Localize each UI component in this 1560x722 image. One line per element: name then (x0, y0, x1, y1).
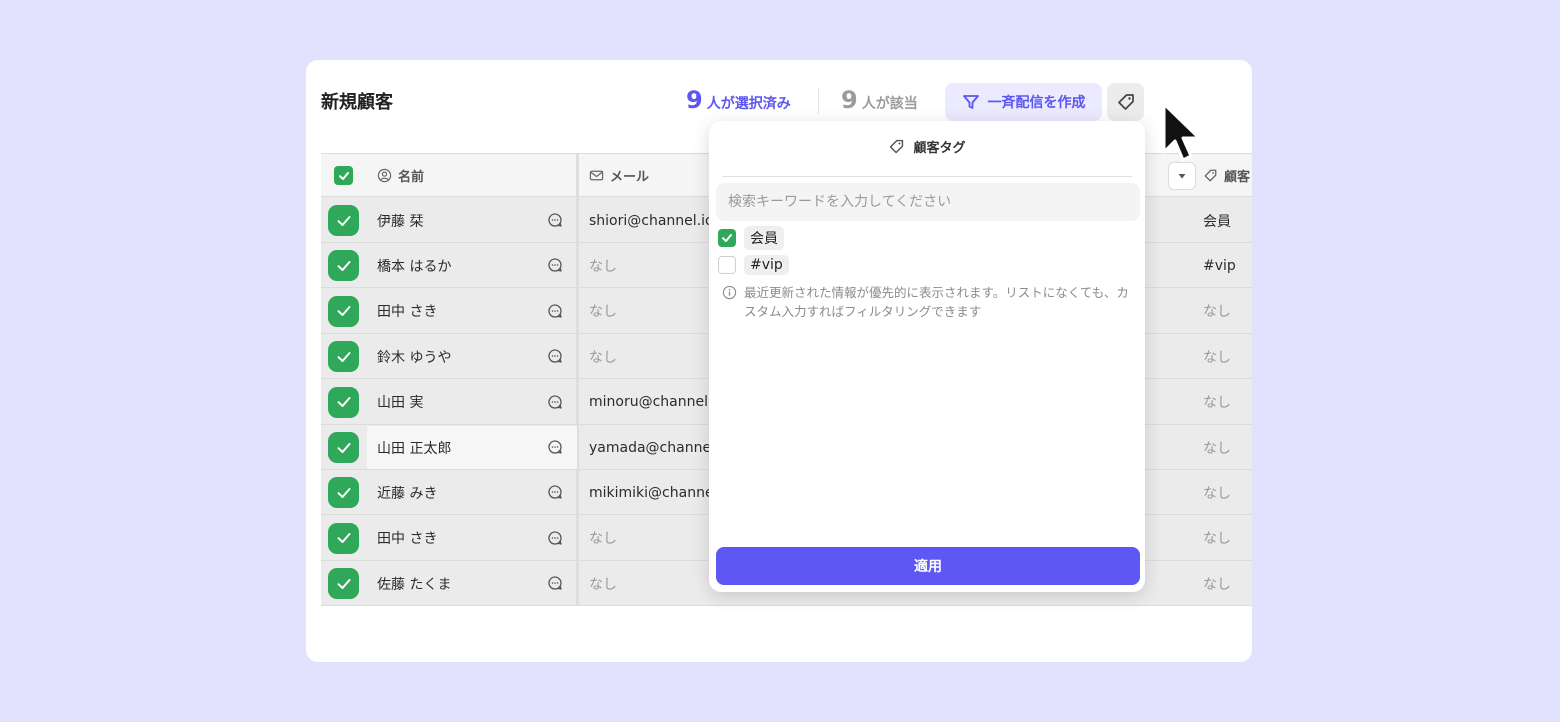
tag-filter-button[interactable] (1107, 83, 1144, 121)
customer-email: なし (589, 349, 617, 366)
row-checkbox[interactable] (328, 205, 359, 236)
page-title: 新規顧客 (321, 92, 393, 113)
chat-bubble-icon[interactable] (547, 575, 563, 595)
customer-email: なし (589, 258, 617, 275)
tag-option-vip[interactable]: #vip (718, 255, 789, 275)
popup-header: 顧客タグ (709, 137, 1145, 156)
check-icon (337, 215, 350, 226)
check-icon (337, 397, 350, 408)
customer-tag: #vip (1203, 257, 1236, 274)
row-checkbox[interactable] (328, 341, 359, 373)
customer-email: なし (589, 304, 617, 321)
chat-bubble-icon[interactable] (547, 348, 563, 368)
row-checkbox[interactable] (328, 250, 359, 282)
row-checkbox[interactable] (328, 295, 359, 327)
customer-tag: なし (1203, 576, 1231, 593)
create-broadcast-button[interactable]: 一斉配信を作成 (945, 83, 1102, 121)
customer-email: mikimiki@channel.io (589, 484, 719, 501)
tag-search-input[interactable] (716, 183, 1140, 221)
column-dropdown-button[interactable] (1168, 162, 1196, 190)
customer-tag: なし (1203, 440, 1231, 457)
selected-count-label: 人が選択済み (706, 96, 791, 112)
check-icon (337, 306, 350, 317)
tag-option-checkbox[interactable] (718, 229, 736, 247)
column-email-label: メール (610, 170, 650, 185)
popup-title: 顧客タグ (913, 141, 966, 156)
chat-bubble-icon[interactable] (547, 530, 563, 550)
tag-chip: 会員 (744, 226, 784, 250)
chat-bubble-icon[interactable] (547, 484, 563, 504)
customer-tag: なし (1203, 349, 1231, 366)
column-tag-label: 顧客 (1224, 170, 1251, 185)
check-icon (722, 234, 732, 242)
row-checkbox[interactable] (328, 432, 359, 463)
chat-bubble-icon[interactable] (547, 303, 563, 323)
selected-count-number: 9 (686, 86, 703, 114)
customer-email: yamada@channel.io (589, 439, 719, 456)
check-icon (337, 533, 350, 544)
select-all-checkbox[interactable] (334, 166, 353, 185)
column-header-name[interactable]: 名前 (377, 154, 424, 197)
customer-tag: なし (1203, 395, 1231, 412)
tag-chip: #vip (744, 255, 789, 275)
match-count-number: 9 (841, 86, 858, 114)
caret-down-icon (1178, 174, 1186, 179)
customer-email: なし (589, 531, 617, 548)
customer-email: shiori@channel.io (589, 212, 714, 229)
customer-tag: なし (1203, 304, 1231, 321)
chat-bubble-icon[interactable] (547, 257, 563, 277)
chat-bubble-icon[interactable] (547, 394, 563, 414)
chat-bubble-icon[interactable] (547, 212, 563, 232)
tag-icon (1117, 94, 1134, 110)
customer-tag: 会員 (1203, 213, 1231, 230)
customer-email: なし (589, 576, 617, 593)
check-icon (337, 487, 350, 498)
row-checkbox[interactable] (328, 522, 359, 554)
check-icon (337, 442, 350, 453)
match-count-label: 人が該当 (861, 96, 918, 112)
info-icon (722, 285, 737, 300)
match-count: 9 人が該当 (841, 86, 918, 114)
check-icon (338, 171, 349, 180)
tag-option-checkbox[interactable] (718, 256, 736, 274)
tag-icon (890, 139, 904, 154)
popup-info: 最近更新された情報が優先的に表示されます。リストになくても、カスタム入力すればフ… (722, 283, 1134, 321)
apply-button[interactable]: 適用 (716, 547, 1140, 585)
column-name-label: 名前 (398, 170, 425, 185)
check-icon (337, 578, 350, 589)
column-header-tag[interactable]: 顧客 (1203, 154, 1250, 197)
create-broadcast-label: 一斉配信を作成 (987, 95, 1086, 111)
selected-count: 9 人が選択済み (686, 86, 791, 114)
row-checkbox[interactable] (328, 568, 359, 600)
customer-tag: なし (1203, 531, 1231, 548)
customer-tag-popup: 顧客タグ 会員 #vip 最近更新された情報が優先的に表示されます。リストになく… (709, 121, 1145, 592)
person-circle-icon (377, 168, 392, 183)
mail-icon (589, 170, 604, 181)
chat-bubble-icon[interactable] (547, 439, 563, 459)
tag-icon (1204, 169, 1217, 182)
funnel-icon (962, 95, 979, 109)
mouse-cursor-icon (1162, 102, 1201, 162)
tag-option-member[interactable]: 会員 (718, 226, 784, 250)
row-checkbox[interactable] (328, 386, 359, 418)
row-checkbox[interactable] (328, 477, 359, 509)
check-icon (337, 260, 350, 271)
header-divider (818, 88, 819, 114)
popup-info-text: 最近更新された情報が優先的に表示されます。リストになくても、カスタム入力すればフ… (744, 285, 1129, 319)
popup-divider (722, 176, 1132, 177)
column-header-email[interactable]: メール (589, 154, 649, 197)
customer-tag: なし (1203, 485, 1231, 502)
check-icon (337, 351, 350, 362)
customer-email: minoru@channel.io (589, 394, 719, 411)
